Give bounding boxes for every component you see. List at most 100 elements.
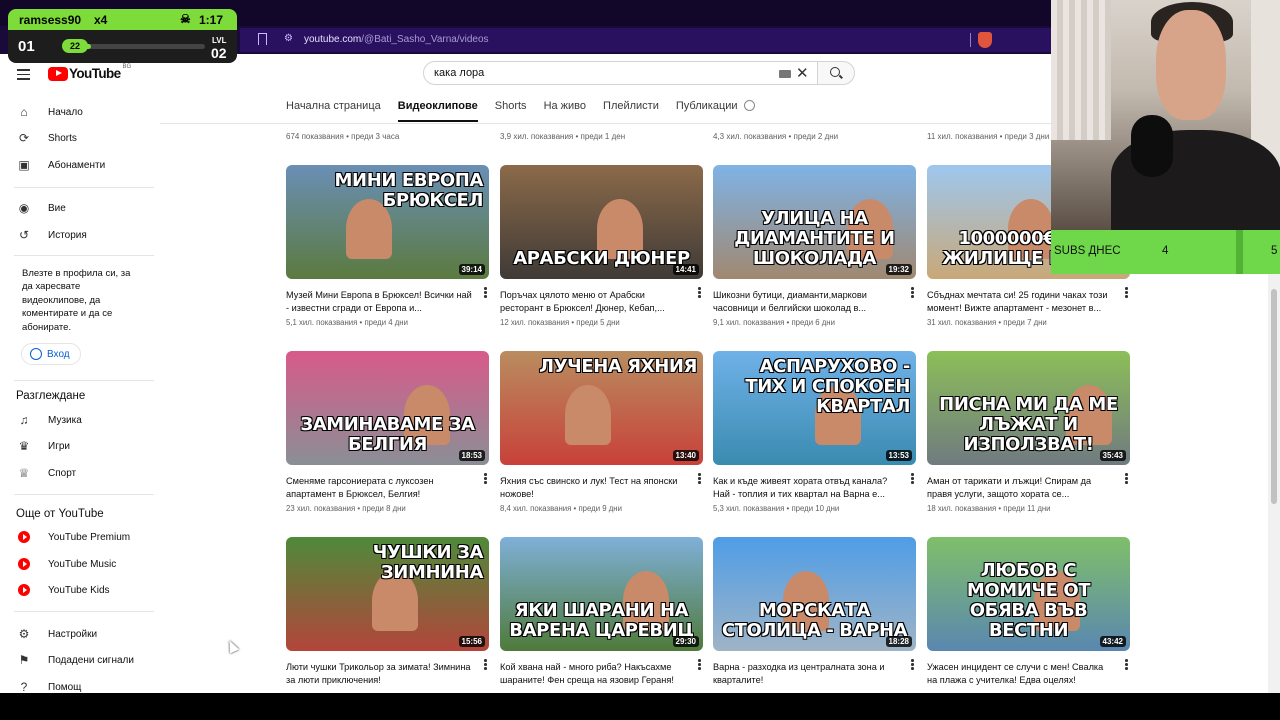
video-card[interactable]: МОРСКАТА СТОЛИЦА - ВАРНА 18:28 Варна - раз…: [713, 537, 916, 690]
sidebar-item-music[interactable]: ♫ Музика: [16, 409, 82, 431]
thumbnail-caption: АРАБСКИ ДЮНЕР: [513, 248, 690, 269]
tab-live[interactable]: На живо: [544, 100, 586, 122]
sidebar-item-label: YouTube Kids: [48, 584, 110, 596]
video-thumbnail[interactable]: ПИСНА МИ ДА МЕ ЛЪЖАТ И ИЗПОЛЗВАТ! 35:43: [927, 351, 1130, 465]
sidebar-divider: [14, 255, 154, 256]
video-title[interactable]: Как и къде живеят хората отвъд канала? Н…: [713, 475, 901, 501]
more-options-icon[interactable]: [1125, 659, 1128, 671]
help-icon: ?: [20, 680, 28, 693]
video-meta: 3,9 хил. показвания • преди 1 ден: [500, 132, 626, 141]
video-card[interactable]: ЧУШКИ ЗА ЗИМНИНА 15:56 Люти чушки Трикольо…: [286, 537, 489, 690]
signin-button[interactable]: Вход: [21, 343, 81, 365]
signin-note: Влезте в профила си, за да харесвате вид…: [22, 268, 131, 333]
shorts-icon: ⟳: [18, 131, 30, 145]
url-text[interactable]: youtube.com/@Bati_Sasho_Varna/videos: [304, 34, 489, 45]
video-title[interactable]: Люти чушки Трикольор за зимата! Зимнина …: [286, 661, 474, 687]
home-icon: ⌂: [20, 105, 28, 119]
tab-posts[interactable]: Публикации: [676, 100, 738, 122]
video-card[interactable]: АСПАРУХОВО - ТИХ И СПОКОЕН КВАРТАЛ 13:53 К…: [713, 351, 916, 513]
video-thumbnail[interactable]: ЧУШКИ ЗА ЗИМНИНА 15:56: [286, 537, 489, 651]
site-settings-icon[interactable]: ⚙: [284, 33, 293, 44]
sidebar-item-you[interactable]: ◉ Вие: [16, 197, 66, 219]
more-options-icon[interactable]: [911, 473, 914, 485]
more-options-icon[interactable]: [484, 659, 487, 671]
sidebar-item-label: История: [48, 229, 87, 241]
video-meta: 23 хил. показвания • преди 8 дни: [286, 504, 406, 513]
address-bar[interactable]: ⚙ youtube.com/@Bati_Sasho_Varna/videos: [240, 28, 1052, 52]
video-thumbnail[interactable]: АСПАРУХОВО - ТИХ И СПОКОЕН КВАРТАЛ 13:53: [713, 351, 916, 465]
youtube-logo[interactable]: YouTube BG: [48, 64, 131, 81]
bookmark-icon[interactable]: [258, 33, 267, 45]
more-options-icon[interactable]: [484, 287, 487, 299]
video-title[interactable]: Шикозни бутици, диаманти,маркови часовни…: [713, 289, 901, 315]
more-options-icon[interactable]: [698, 659, 701, 671]
brave-shield-icon[interactable]: [978, 32, 992, 48]
search-input[interactable]: кака лора ✕: [423, 61, 818, 85]
sidebar-item-shorts[interactable]: ⟳ Shorts: [16, 127, 77, 149]
video-title[interactable]: Варна - разходка из централната зона и к…: [713, 661, 901, 687]
menu-icon[interactable]: [17, 69, 30, 83]
video-title[interactable]: Яхния със свинско и лук! Тест на японски…: [500, 475, 688, 501]
sidebar-item-history[interactable]: ↺ История: [16, 224, 87, 246]
channel-search-icon[interactable]: [744, 100, 755, 111]
video-thumbnail[interactable]: АРАБСКИ ДЮНЕР 14:41: [500, 165, 703, 279]
sidebar-item-label: Начало: [48, 106, 83, 118]
tab-home[interactable]: Начална страница: [286, 100, 381, 122]
video-title[interactable]: Кой хвана най - много риба? Накъсахме ша…: [500, 661, 688, 687]
sidebar-item-settings[interactable]: ⚙ Настройки: [16, 623, 97, 645]
video-thumbnail[interactable]: ЗАМИНАВАМЕ ЗА БЕЛГИЯ 18:53: [286, 351, 489, 465]
more-options-icon[interactable]: [698, 473, 701, 485]
more-options-icon[interactable]: [1125, 287, 1128, 299]
search-button[interactable]: [817, 61, 855, 85]
video-thumbnail[interactable]: МОРСКАТА СТОЛИЦА - ВАРНА 18:28: [713, 537, 916, 651]
clear-search-icon[interactable]: ✕: [796, 64, 809, 82]
video-card[interactable]: ПИСНА МИ ДА МЕ ЛЪЖАТ И ИЗПОЛЗВАТ! 35:43 Ам…: [927, 351, 1130, 513]
video-card[interactable]: МИНИ ЕВРОПА БРЮКСЕЛ 39:14 Музей Мини Европ…: [286, 165, 489, 327]
video-title[interactable]: Аман от тарикати и лъжци! Спирам да прав…: [927, 475, 1115, 501]
video-card[interactable]: ЛУЧЕНА ЯХНИЯ 13:40 Яхния със свинско и лук…: [500, 351, 703, 513]
more-options-icon[interactable]: [698, 287, 701, 299]
sidebar-item-sports[interactable]: ♕ Спорт: [16, 462, 77, 484]
keyboard-icon[interactable]: [779, 70, 791, 78]
account-icon: ◉: [18, 201, 30, 215]
more-options-icon[interactable]: [911, 659, 914, 671]
video-thumbnail[interactable]: ЯКИ ШАРАНИ НА ВАРЕНА ЦАРЕВИЦ 29:30: [500, 537, 703, 651]
sidebar-item-label: Музика: [48, 414, 82, 426]
more-options-icon[interactable]: [484, 473, 487, 485]
sidebar-item-youtube-premium[interactable]: YouTube Premium: [16, 526, 130, 548]
video-title[interactable]: Ужасен инцидент се случи с мен! Свалка н…: [927, 661, 1115, 687]
video-card[interactable]: ЗАМИНАВАМЕ ЗА БЕЛГИЯ 18:53 Сменяме гарсони…: [286, 351, 489, 513]
video-thumbnail[interactable]: УЛИЦА НА ДИАМАНТИТЕ И ШОКОЛАДА 19:32: [713, 165, 916, 279]
sidebar-item-youtube-kids[interactable]: YouTube Kids: [16, 579, 110, 601]
video-thumbnail[interactable]: ЛУЧЕНА ЯХНИЯ 13:40: [500, 351, 703, 465]
video-thumbnail[interactable]: ЛЮБОВ С МОМИЧЕ ОТ ОБЯВА ВЪВ ВЕСТНИ 43:42: [927, 537, 1130, 651]
video-card[interactable]: АРАБСКИ ДЮНЕР 14:41 Поръчах цялото меню от…: [500, 165, 703, 327]
sidebar-item-label: YouTube Music: [48, 558, 117, 570]
video-title[interactable]: Сменяме гарсониерата с луксозен апартаме…: [286, 475, 474, 501]
more-options-icon[interactable]: [911, 287, 914, 299]
thumbnail-caption: ЗАМИНАВАМЕ ЗА БЕЛГИЯ: [300, 414, 475, 455]
sidebar-item-label: Игри: [48, 440, 70, 452]
video-card[interactable]: ЯКИ ШАРАНИ НА ВАРЕНА ЦАРЕВИЦ 29:30 Кой хва…: [500, 537, 703, 690]
scrollbar-thumb[interactable]: [1271, 289, 1277, 504]
video-card[interactable]: УЛИЦА НА ДИАМАНТИТЕ И ШОКОЛАДА 19:32 Шикоз…: [713, 165, 916, 327]
sidebar-item-subscriptions[interactable]: ▣ Абонаменти: [16, 154, 105, 176]
tab-videos[interactable]: Видеоклипове: [397, 100, 478, 122]
more-options-icon[interactable]: [1125, 473, 1128, 485]
tab-shorts[interactable]: Shorts: [495, 100, 527, 122]
sidebar-item-gaming[interactable]: ♛ Игри: [16, 435, 70, 457]
video-title[interactable]: Поръчах цялото меню от Арабски ресторант…: [500, 289, 688, 315]
thumbnail-caption: ЛУЧЕНА ЯХНИЯ: [539, 356, 697, 377]
sidebar-item-home[interactable]: ⌂ Начало: [16, 101, 83, 123]
video-meta: 8,4 хил. показвания • преди 9 дни: [500, 504, 622, 513]
video-thumbnail[interactable]: МИНИ ЕВРОПА БРЮКСЕЛ 39:14: [286, 165, 489, 279]
video-title[interactable]: Музей Мини Европа в Брюксел! Всички най …: [286, 289, 474, 315]
sidebar-item-label: Помощ: [48, 681, 82, 693]
sidebar-item-report-history[interactable]: ⚑ Подадени сигнали: [16, 649, 134, 671]
video-card[interactable]: ЛЮБОВ С МОМИЧЕ ОТ ОБЯВА ВЪВ ВЕСТНИ 43:42 У…: [927, 537, 1130, 690]
sidebar-item-youtube-music[interactable]: YouTube Music: [16, 553, 116, 575]
tab-playlists[interactable]: Плейлисти: [603, 100, 659, 122]
more-from-youtube-heading: Още от YouTube: [16, 508, 104, 520]
video-title[interactable]: Сбъднах мечтата си! 25 години чаках този…: [927, 289, 1115, 315]
sidebar-item-help[interactable]: ? Помощ: [16, 676, 82, 693]
